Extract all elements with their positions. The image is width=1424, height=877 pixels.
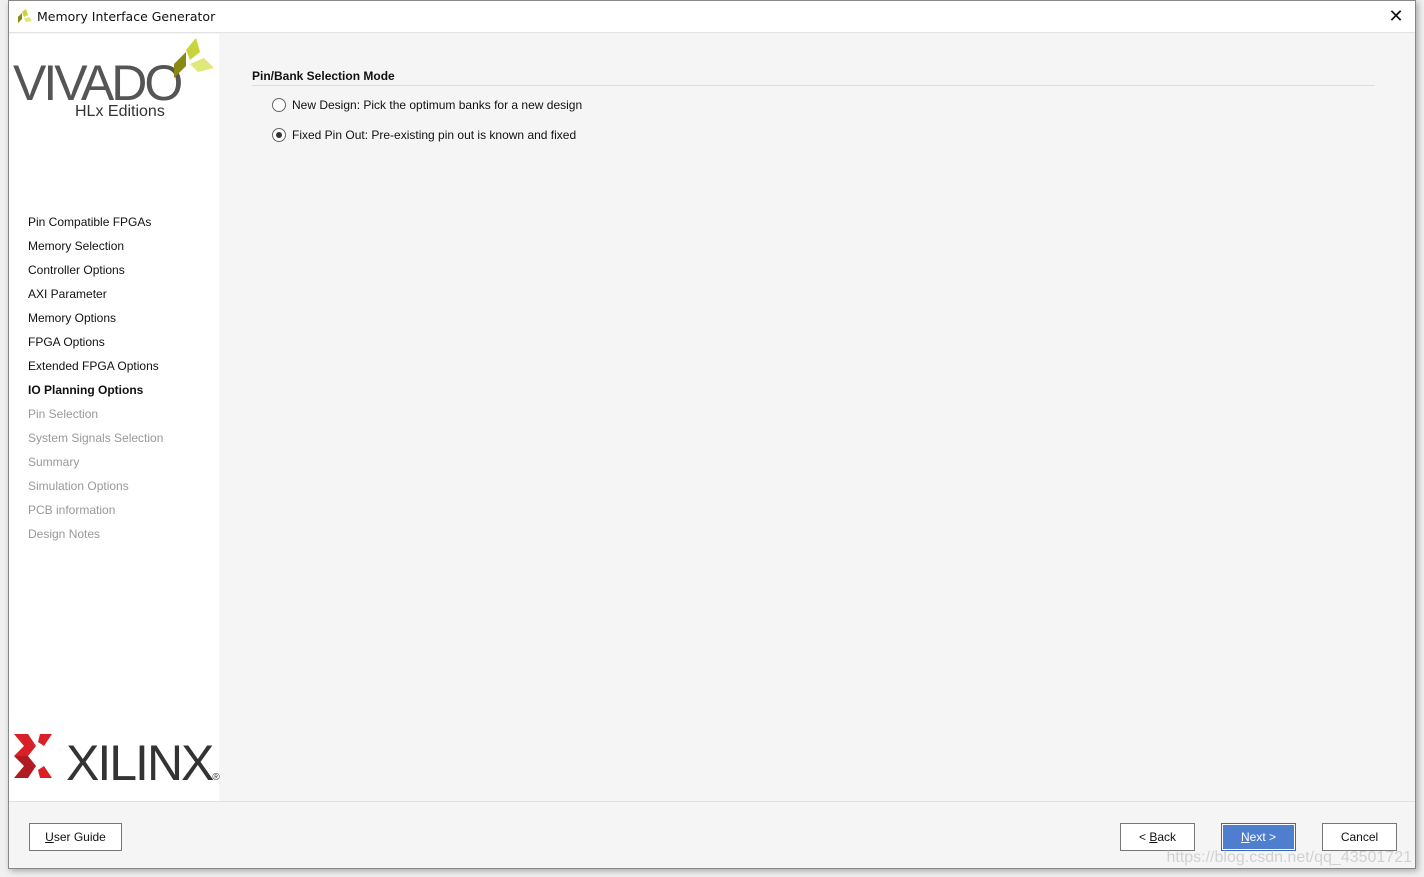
title-bar: Memory Interface Generator ✕ — [9, 1, 1415, 33]
mnemonic: N — [1240, 830, 1250, 844]
vivado-logo-icon — [18, 9, 32, 23]
radio-fixed-pin-out[interactable]: Fixed Pin Out: Pre-existing pin out is k… — [272, 128, 576, 142]
step-item: PCB information — [28, 503, 116, 517]
step-item[interactable]: Memory Selection — [28, 238, 163, 262]
radio-label: New Design: Pick the optimum banks for a… — [292, 98, 583, 112]
label: ack — [1157, 830, 1177, 844]
cancel-button[interactable]: Cancel — [1322, 823, 1397, 851]
step-item[interactable]: FPGA Options — [28, 334, 163, 358]
mnemonic: U — [45, 830, 54, 844]
label: ser Guide — [53, 830, 106, 844]
hlx-editions: HLx Editions — [75, 103, 165, 120]
back-button[interactable]: < Back — [1120, 823, 1195, 851]
label: < — [1138, 830, 1150, 844]
section-title: Pin/Bank Selection Mode — [252, 69, 395, 83]
step-item[interactable]: Extended FPGA Options — [28, 358, 163, 382]
step-item[interactable]: IO Planning Options — [28, 382, 163, 406]
radio-button[interactable] — [272, 98, 286, 112]
radio-new-design[interactable]: New Design: Pick the optimum banks for a… — [272, 98, 582, 112]
step-item: Simulation Options — [28, 479, 129, 493]
close-icon[interactable]: ✕ — [1385, 6, 1407, 28]
mig-dialog: Memory Interface Generator ✕ VIVADO HLx … — [8, 0, 1416, 869]
xilinx-logo: XILINX® — [66, 734, 220, 792]
radio-button[interactable] — [272, 128, 286, 142]
vivado-leaf-icon — [174, 38, 214, 78]
xilinx-logo-icon — [14, 734, 52, 778]
step-item: Summary — [28, 455, 80, 469]
step-item[interactable]: Pin Compatible FPGAs — [28, 214, 163, 238]
watermark: https://blog.csdn.net/qq_43501721 — [1166, 849, 1412, 866]
step-item: Pin Selection — [28, 407, 99, 421]
window-title: Memory Interface Generator — [37, 9, 216, 24]
mnemonic: B — [1149, 830, 1158, 844]
main-panel: Pin/Bank Selection Mode New Design: Pick… — [219, 34, 1415, 801]
step-item: System Signals Selection — [28, 431, 164, 445]
step-item[interactable]: AXI Parameter — [28, 286, 163, 310]
step-item[interactable]: Memory Options — [28, 310, 163, 334]
radio-label: Fixed Pin Out: Pre-existing pin out is k… — [292, 128, 577, 142]
user-guide-button[interactable]: User Guide — [29, 823, 122, 851]
next-button[interactable]: Next > — [1221, 823, 1296, 851]
label: ext > — [1249, 830, 1277, 844]
sidebar: VIVADO HLx Editions Pin Compatible FPGAs… — [9, 34, 220, 801]
step-item: Design Notes — [28, 527, 101, 541]
step-list: Pin Compatible FPGAs Memory Selection Cont… — [28, 214, 163, 550]
xilinx-wordmark: XILINX — [66, 735, 214, 791]
step-item[interactable]: Controller Options — [28, 262, 163, 286]
divider — [252, 85, 1375, 86]
